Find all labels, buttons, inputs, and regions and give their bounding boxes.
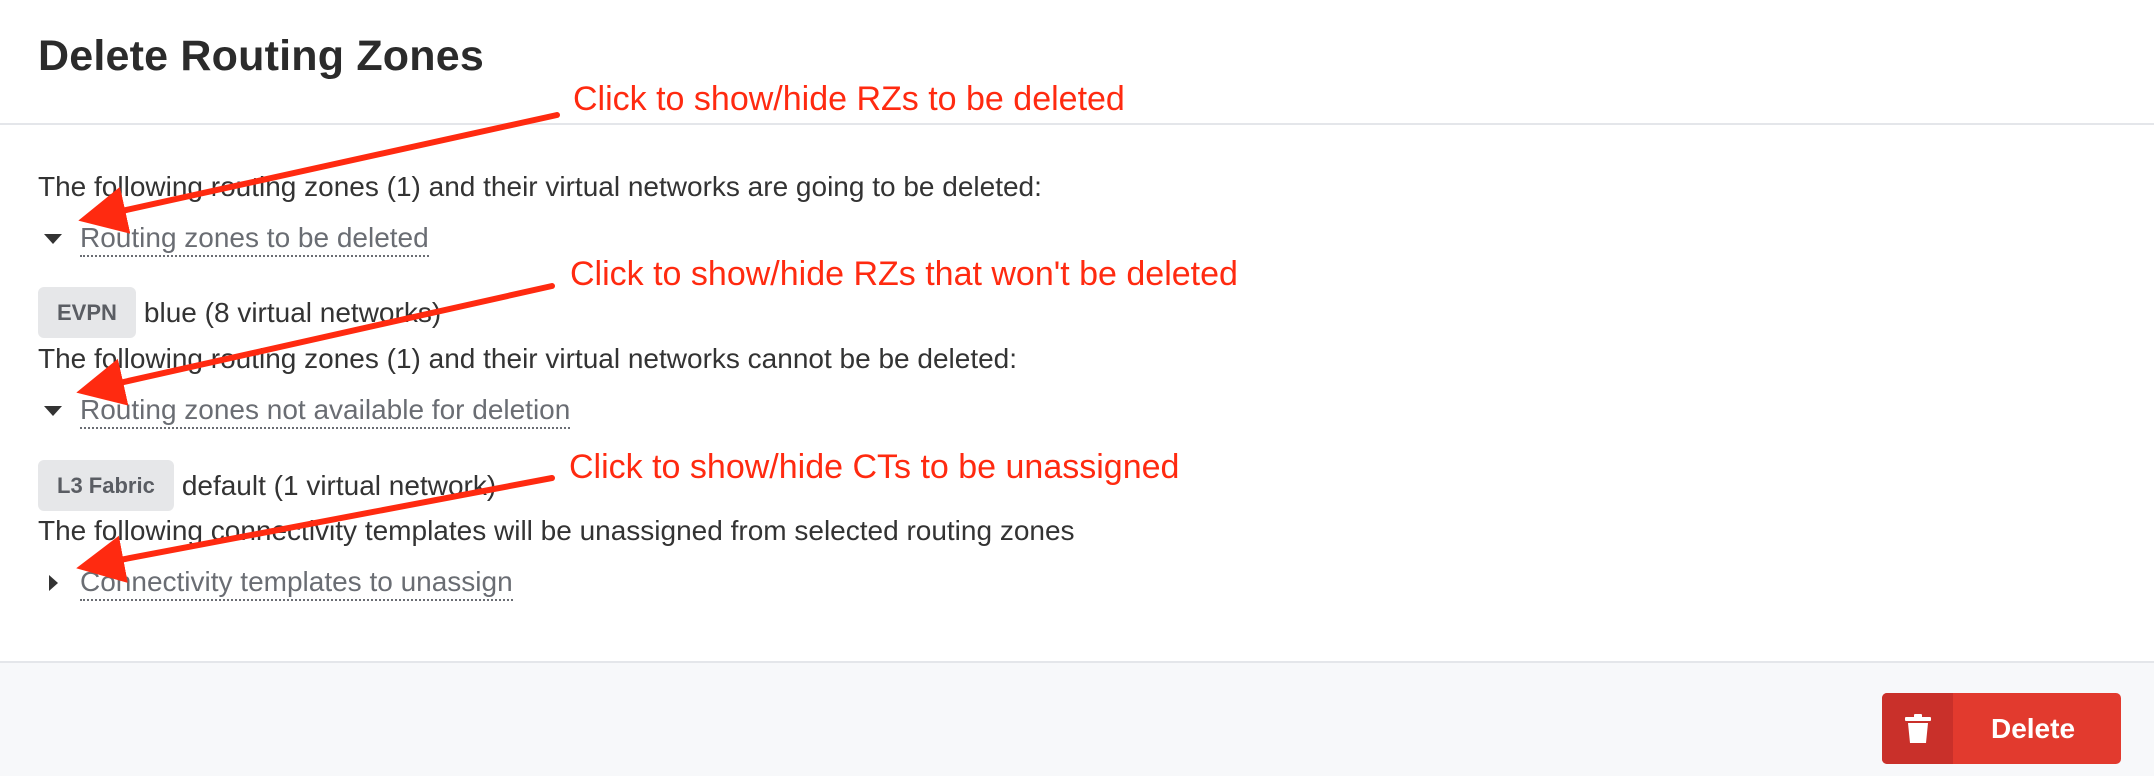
delete-routing-zones-modal: Delete Routing Zones The following routi… bbox=[0, 0, 2154, 776]
modal-footer: Delete bbox=[0, 661, 2154, 776]
caret-right-icon bbox=[49, 575, 58, 591]
zone-name: default (1 virtual network) bbox=[181, 469, 497, 501]
to-delete-description: The following routing zones (1) and thei… bbox=[38, 171, 1042, 202]
zone-name: blue (8 virtual networks) bbox=[143, 296, 442, 328]
modal-body: The following routing zones (1) and thei… bbox=[0, 125, 2154, 661]
zone-type-badge: L3 Fabric bbox=[38, 460, 174, 511]
routing-zones-to-delete-label: Routing zones to be deleted bbox=[80, 221, 429, 257]
trash-icon bbox=[1882, 693, 1953, 764]
annotation-text-cts-unassigned: Click to show/hide CTs to be unassigned bbox=[569, 448, 1180, 486]
modal-title: Delete Routing Zones bbox=[38, 32, 484, 80]
zone-row-evpn-blue: EVPN blue (8 virtual networks) bbox=[38, 287, 441, 338]
connectivity-templates-toggle[interactable]: Connectivity templates to unassign bbox=[44, 565, 513, 601]
unassign-description: The following connectivity templates wil… bbox=[38, 515, 1075, 546]
annotation-text-rzs-not-deleted: Click to show/hide RZs that won't be del… bbox=[570, 255, 1238, 293]
connectivity-templates-label: Connectivity templates to unassign bbox=[80, 565, 513, 601]
caret-down-icon bbox=[44, 234, 62, 244]
routing-zones-not-available-toggle[interactable]: Routing zones not available for deletion bbox=[44, 393, 571, 429]
routing-zones-to-delete-toggle[interactable]: Routing zones to be deleted bbox=[44, 221, 429, 257]
zone-row-l3-fabric-default: L3 Fabric default (1 virtual network) bbox=[38, 460, 496, 511]
delete-button-label: Delete bbox=[1990, 712, 2076, 744]
annotation-text-rzs-to-delete: Click to show/hide RZs to be deleted bbox=[573, 80, 1125, 118]
zone-type-badge: EVPN bbox=[38, 287, 136, 338]
not-deletable-description: The following routing zones (1) and thei… bbox=[38, 343, 1018, 374]
delete-button[interactable]: Delete bbox=[1882, 693, 2121, 764]
caret-down-icon bbox=[44, 406, 62, 416]
routing-zones-not-available-label: Routing zones not available for deletion bbox=[80, 393, 571, 429]
